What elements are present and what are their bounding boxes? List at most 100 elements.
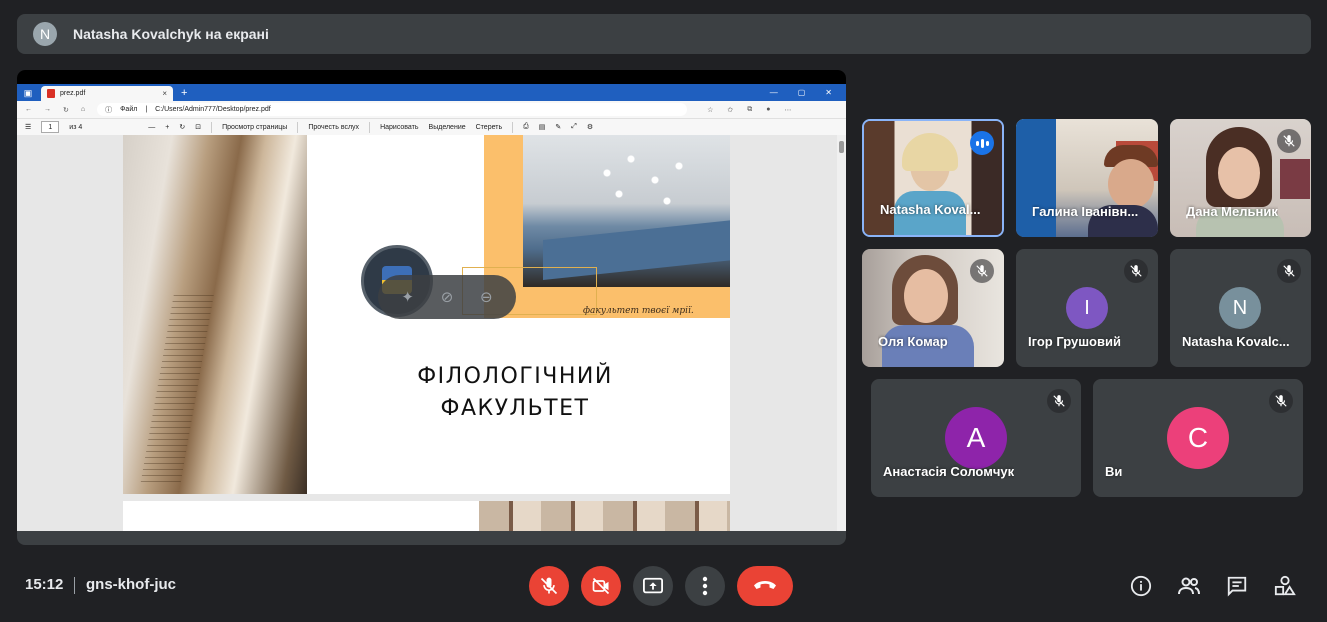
participant-name: Анастасія Соломчук <box>883 464 1015 479</box>
browser-toolbar-right: ☆ ✩ ⧉ ● ⋯ <box>707 106 791 114</box>
slide-book-image <box>123 135 307 494</box>
address-url: C:/Users/Admin777/Desktop/prez.pdf <box>155 106 271 113</box>
zoom-out-icon: — <box>148 123 156 131</box>
remove-overlay-icon: ⊖ <box>480 289 493 306</box>
more-icon <box>702 576 708 596</box>
pdf-scrollbar <box>837 135 846 531</box>
chat-icon <box>1227 576 1247 597</box>
read-mode-icon: ☆ <box>707 106 714 114</box>
shared-screen: ▣ prez.pdf × + — ▢ ✕ ← → ↻ ⌂ ⓘ Файл | C:… <box>17 70 846 545</box>
mic-off-icon <box>1277 259 1301 283</box>
contents-icon: ☰ <box>25 124 32 131</box>
participant-tile-1[interactable]: Natasha Koval... <box>862 119 1004 237</box>
bottom-separator <box>74 577 75 594</box>
mic-off-icon <box>540 577 558 595</box>
pdf-page-1: ✦ ⊘ ⊖ факультет твоєї мрії. ФІЛОЛОГІЧНИЙ… <box>123 135 730 494</box>
meeting-time: 15:12 <box>25 576 64 593</box>
camera-off-icon <box>592 577 610 595</box>
toolbar-divider <box>297 121 299 133</box>
participant-name: Ви <box>1105 464 1123 479</box>
participant-name: Natasha Kovalc... <box>1182 334 1290 349</box>
activities-icon <box>1274 575 1296 596</box>
mute-overlay-icon: ⊘ <box>440 289 454 306</box>
mic-off-icon <box>1269 389 1293 413</box>
participant-tile-3[interactable]: Дана Мельник <box>1170 119 1311 237</box>
participant-tile-5[interactable]: I Ігор Грушовий <box>1016 249 1158 367</box>
tab-close-icon: × <box>162 89 167 98</box>
slide-title: ФІЛОЛОГІЧНИЙ ФАКУЛЬТЕТ <box>307 361 723 425</box>
speaking-indicator-icon <box>970 131 994 155</box>
present-icon <box>643 577 663 594</box>
collections-icon: ⧉ <box>747 105 753 113</box>
new-tab-icon: + <box>181 87 188 99</box>
presenter-avatar: N <box>33 22 57 46</box>
presenter-banner-text: Natasha Kovalchyk на екрані <box>73 26 269 42</box>
address-field: ⓘ Файл | C:/Users/Admin777/Desktop/prez.… <box>97 103 688 116</box>
participant-name: Оля Комар <box>878 334 948 349</box>
browser-tab: prez.pdf × <box>41 86 173 101</box>
participant-tile-7[interactable]: A Анастасія Соломчук <box>871 379 1081 497</box>
camera-toggle-button[interactable] <box>581 566 621 606</box>
fullscreen-icon: ⤢ <box>571 123 577 130</box>
presenter-overlay-controls: ✦ ⊘ ⊖ <box>378 275 516 319</box>
slide-title-line2: ФАКУЛЬТЕТ <box>440 396 590 421</box>
page-count: из 4 <box>69 123 83 131</box>
more-options-button[interactable] <box>685 566 725 606</box>
draw-label: Нарисовать <box>380 123 419 131</box>
window-controls: — ▢ ✕ <box>770 84 846 101</box>
participant-avatar: A <box>945 407 1007 469</box>
tab-actions-icon: ▣ <box>23 87 33 98</box>
slide-caption: факультет твоєї мрії. <box>583 306 694 316</box>
leave-call-button[interactable] <box>737 566 793 606</box>
participant-tile-6[interactable]: N Natasha Kovalc... <box>1170 249 1311 367</box>
profile-icon: ● <box>766 105 771 113</box>
pdf-toolbar: ☰ 1 из 4 — + ↻ ⊡ Просмотр страницы Проче… <box>17 118 846 135</box>
participant-name: Галина Іванівн... <box>1032 204 1139 219</box>
hangup-icon <box>754 581 776 589</box>
participant-avatar: N <box>1219 287 1261 329</box>
participant-tile-8[interactable]: C Ви <box>1093 379 1303 497</box>
participant-tile-4[interactable]: Оля Комар <box>862 249 1004 367</box>
people-button[interactable] <box>1177 574 1201 598</box>
participant-avatar: I <box>1066 287 1108 329</box>
participant-avatar: C <box>1167 407 1229 469</box>
address-separator: | <box>145 106 148 113</box>
forward-icon: → <box>44 106 51 113</box>
meeting-details-button[interactable] <box>1129 574 1153 598</box>
erase-label: Стереть <box>475 123 503 131</box>
highlight-label: Выделение <box>428 123 466 131</box>
presenter-banner: N Natasha Kovalchyk на екрані <box>17 14 1311 54</box>
slide-flowers-photo <box>523 135 730 287</box>
toolbar-divider <box>369 121 371 133</box>
present-screen-button[interactable] <box>633 566 673 606</box>
participant-tile-2[interactable]: Галина Іванівн... <box>1016 119 1158 237</box>
microphone-toggle-button[interactable] <box>529 566 569 606</box>
browser-tab-title: prez.pdf <box>60 90 86 97</box>
participant-name: Natasha Koval... <box>880 202 981 217</box>
activities-button[interactable] <box>1273 574 1297 598</box>
page-number-field: 1 <box>41 121 60 133</box>
mic-off-icon <box>970 259 994 283</box>
maximize-icon: ▢ <box>797 88 806 97</box>
participant-video <box>1016 119 1158 237</box>
save-icon: ▤ <box>538 124 546 131</box>
slide-title-line1: ФІЛОЛОГІЧНИЙ <box>417 364 613 389</box>
print-icon: ⎙ <box>523 123 529 130</box>
shared-screen-top-strip <box>17 70 846 84</box>
toolbar-divider <box>211 121 213 133</box>
mic-off-icon <box>1047 389 1071 413</box>
fit-icon: ⊡ <box>195 124 202 131</box>
toolbar-divider <box>512 121 514 133</box>
home-icon: ⌂ <box>80 106 86 113</box>
people-icon <box>1178 577 1200 595</box>
mic-off-icon <box>1124 259 1148 283</box>
meeting-code: gns-khof-juc <box>86 576 176 593</box>
window-close-icon: ✕ <box>825 88 832 97</box>
chat-button[interactable] <box>1225 574 1249 598</box>
pin-icon: ✦ <box>401 289 414 306</box>
mic-off-icon <box>1277 129 1301 153</box>
browser-tab-bar: ▣ prez.pdf × + — ▢ ✕ <box>17 84 846 101</box>
pdf-viewer-area: ✦ ⊘ ⊖ факультет твоєї мрії. ФІЛОЛОГІЧНИЙ… <box>17 135 846 531</box>
save-as-icon: ✎ <box>555 124 562 131</box>
rotate-icon: ↻ <box>179 124 186 131</box>
